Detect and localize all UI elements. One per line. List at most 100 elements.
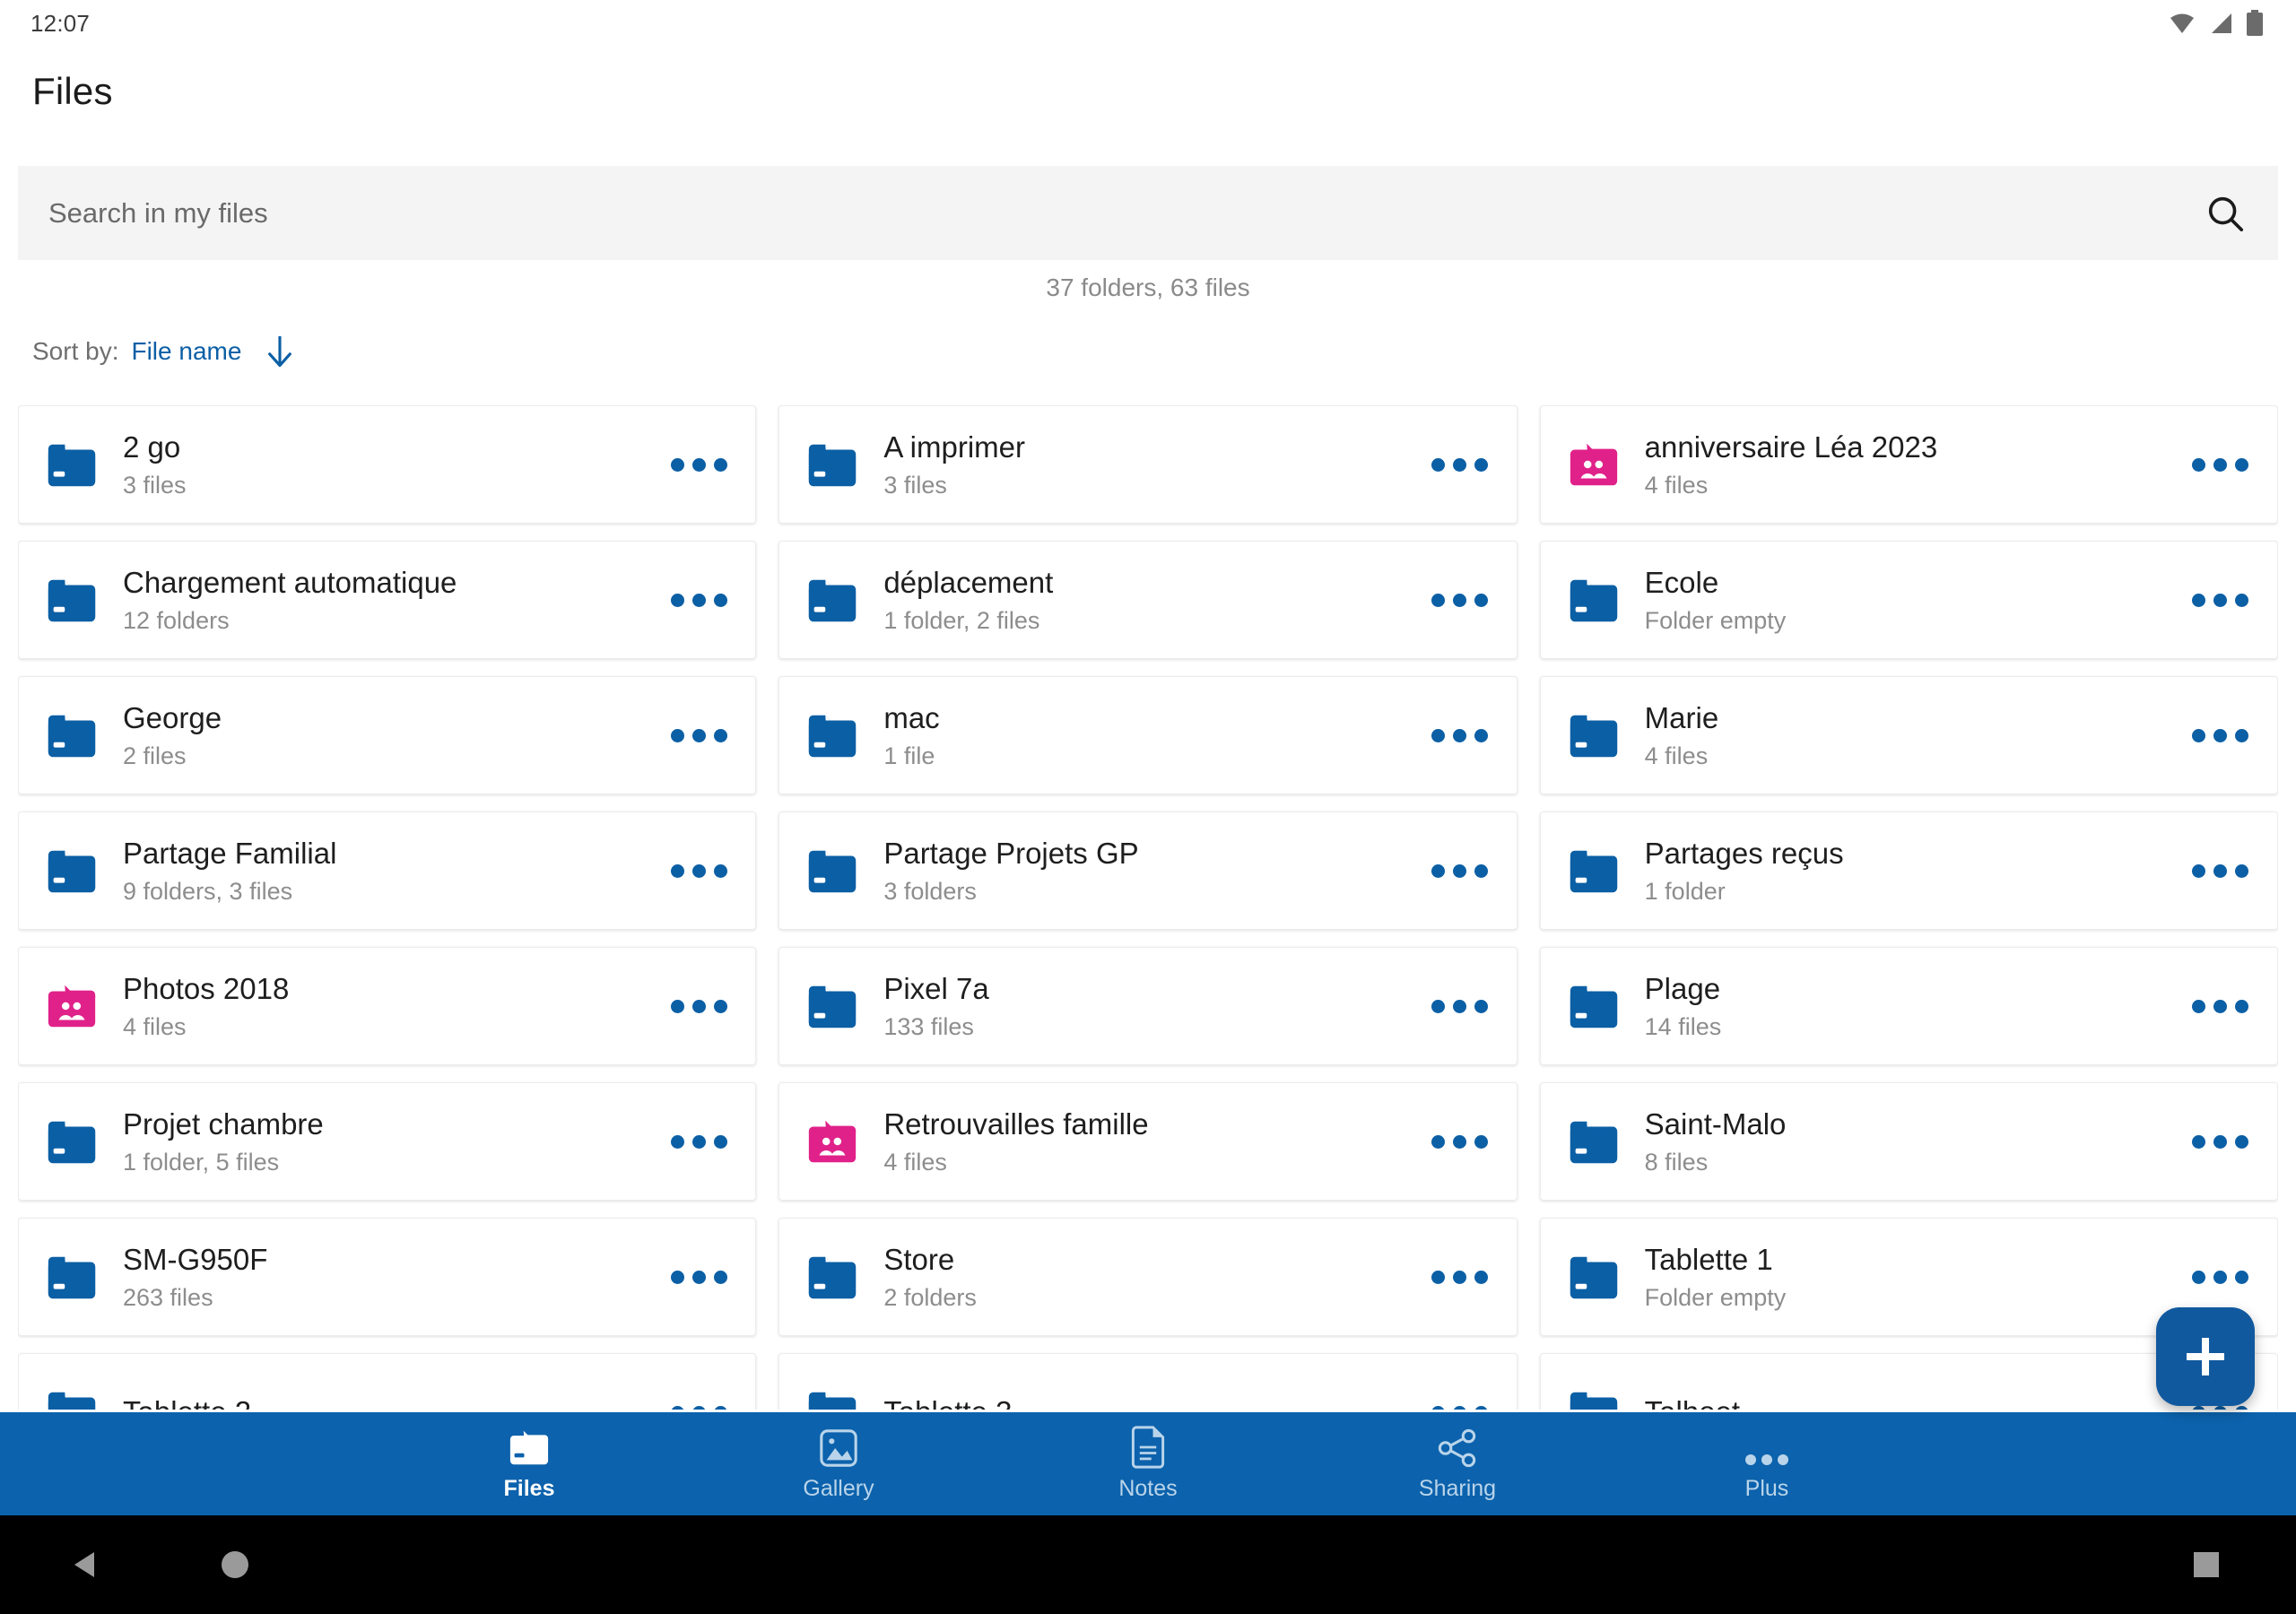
menu-dot bbox=[1431, 999, 1446, 1013]
folder-card[interactable]: SM-G950F 263 files bbox=[18, 1218, 757, 1336]
status-clock: 12:07 bbox=[30, 9, 91, 37]
menu-dot bbox=[691, 999, 706, 1013]
folder-icon bbox=[48, 444, 96, 487]
folder-card[interactable]: anniversaire Léa 2023 4 files bbox=[1539, 405, 2278, 524]
menu-dot bbox=[2235, 1270, 2249, 1284]
nav-item-label: Files bbox=[503, 1476, 555, 1501]
folder-icon bbox=[1570, 715, 1617, 758]
recents-square-icon[interactable] bbox=[2188, 1547, 2224, 1583]
folder-card-text: Plage 14 files bbox=[1645, 972, 2191, 1041]
folder-card[interactable]: A imprimer 3 files bbox=[778, 405, 1518, 524]
folder-card[interactable]: Ecole Folder empty bbox=[1539, 541, 2278, 659]
folder-overflow-menu-button[interactable] bbox=[2191, 1126, 2250, 1157]
shared-folder-icon bbox=[809, 1120, 857, 1163]
nav-item-gallery[interactable]: Gallery bbox=[684, 1426, 994, 1502]
folder-subtitle: 4 files bbox=[883, 1148, 947, 1176]
folder-card[interactable]: Tablette 3 bbox=[778, 1353, 1518, 1410]
folder-card[interactable]: déplacement 1 folder, 2 files bbox=[778, 541, 1518, 659]
menu-dot bbox=[1431, 1270, 1446, 1284]
menu-dot bbox=[2192, 457, 2206, 472]
menu-dot bbox=[691, 1270, 706, 1284]
folder-overflow-menu-button[interactable] bbox=[1431, 1262, 1490, 1292]
folder-name: Partage Familial bbox=[123, 836, 337, 870]
search-bar[interactable]: Search in my files bbox=[18, 166, 2278, 260]
sort-row: Sort by: File name bbox=[32, 334, 295, 369]
folder-overflow-menu-button[interactable] bbox=[1431, 1397, 1490, 1410]
folder-overflow-menu-button[interactable] bbox=[1431, 449, 1490, 480]
folder-card[interactable]: 2 go 3 files bbox=[18, 405, 757, 524]
folder-overflow-menu-button[interactable] bbox=[669, 1397, 728, 1410]
folder-card[interactable]: Store 2 folders bbox=[778, 1218, 1518, 1336]
nav-item-label: Sharing bbox=[1418, 1476, 1497, 1501]
folder-overflow-menu-button[interactable] bbox=[2191, 449, 2250, 480]
folder-card[interactable]: Tablette 2 bbox=[18, 1353, 757, 1410]
folder-card[interactable]: Chargement automatique 12 folders bbox=[18, 541, 757, 659]
folder-subtitle: 133 files bbox=[883, 1012, 974, 1040]
folder-card-text: déplacement 1 folder, 2 files bbox=[883, 566, 1430, 635]
nav-item-plus[interactable]: Plus bbox=[1613, 1426, 1922, 1502]
nav-item-notes[interactable]: Notes bbox=[994, 1426, 1303, 1502]
menu-dot bbox=[2235, 863, 2249, 878]
folder-overflow-menu-button[interactable] bbox=[1431, 585, 1490, 615]
menu-dot bbox=[670, 863, 684, 878]
folder-overflow-menu-button[interactable] bbox=[669, 1262, 728, 1292]
nav-item-files[interactable]: Files bbox=[375, 1426, 684, 1502]
folder-icon bbox=[1570, 985, 1617, 1028]
menu-dot bbox=[670, 1405, 684, 1410]
folder-overflow-menu-button[interactable] bbox=[1431, 855, 1490, 886]
folder-card-text: A imprimer 3 files bbox=[883, 430, 1430, 499]
folder-card[interactable]: Photos 2018 4 files bbox=[18, 947, 757, 1065]
folder-card[interactable]: Marie 4 files bbox=[1539, 676, 2278, 794]
folder-overflow-menu-button[interactable] bbox=[1431, 720, 1490, 751]
folder-card-text: Projet chambre 1 folder, 5 files bbox=[123, 1107, 669, 1176]
folder-overflow-menu-button[interactable] bbox=[1431, 1126, 1490, 1157]
menu-dot bbox=[670, 728, 684, 742]
folder-card[interactable]: George 2 files bbox=[18, 676, 757, 794]
folder-icon bbox=[809, 715, 857, 758]
folder-overflow-menu-button[interactable] bbox=[669, 585, 728, 615]
folder-card[interactable]: Projet chambre 1 folder, 5 files bbox=[18, 1082, 757, 1201]
search-input[interactable]: Search in my files bbox=[48, 197, 2205, 230]
folder-name: Tablette 1 bbox=[1644, 1242, 1773, 1276]
menu-dot bbox=[1431, 593, 1446, 607]
folder-overflow-menu-button[interactable] bbox=[669, 991, 728, 1021]
back-triangle-icon[interactable] bbox=[67, 1545, 107, 1584]
folder-overflow-menu-button[interactable] bbox=[1431, 991, 1490, 1021]
menu-dot bbox=[691, 593, 706, 607]
menu-dot bbox=[713, 593, 727, 607]
nav-item-sharing[interactable]: Sharing bbox=[1303, 1426, 1613, 1502]
arrow-down-icon[interactable] bbox=[265, 334, 295, 369]
home-circle-icon[interactable] bbox=[215, 1545, 255, 1584]
menu-dot bbox=[1474, 457, 1489, 472]
sort-by-value[interactable]: File name bbox=[131, 337, 241, 366]
folder-overflow-menu-button[interactable] bbox=[2191, 720, 2250, 751]
folder-card[interactable]: Partage Projets GP 3 folders bbox=[778, 811, 1518, 930]
folder-icon bbox=[1570, 579, 1617, 622]
folder-overflow-menu-button[interactable] bbox=[669, 1126, 728, 1157]
folder-subtitle: 2 files bbox=[123, 742, 187, 769]
menu-dot bbox=[2213, 863, 2228, 878]
search-icon[interactable] bbox=[2205, 193, 2246, 234]
folder-card[interactable]: Saint-Malo 8 files bbox=[1539, 1082, 2278, 1201]
folder-overflow-menu-button[interactable] bbox=[669, 720, 728, 751]
folder-overflow-menu-button[interactable] bbox=[2191, 585, 2250, 615]
folder-card[interactable]: Partage Familial 9 folders, 3 files bbox=[18, 811, 757, 930]
menu-dot bbox=[2192, 728, 2206, 742]
folder-overflow-menu-button[interactable] bbox=[2191, 1262, 2250, 1292]
folder-card[interactable]: Partages reçus 1 folder bbox=[1539, 811, 2278, 930]
folder-overflow-menu-button[interactable] bbox=[2191, 855, 2250, 886]
add-button[interactable] bbox=[2156, 1307, 2255, 1406]
folder-card[interactable]: Plage 14 files bbox=[1539, 947, 2278, 1065]
folder-card[interactable]: Pixel 7a 133 files bbox=[778, 947, 1518, 1065]
folder-card-text: Marie 4 files bbox=[1645, 701, 2191, 770]
folder-overflow-menu-button[interactable] bbox=[669, 855, 728, 886]
folder-name: Store bbox=[883, 1242, 955, 1276]
plus-icon bbox=[2187, 1338, 2224, 1375]
folder-overflow-menu-button[interactable] bbox=[669, 449, 728, 480]
folder-card[interactable]: Retrouvailles famille 4 files bbox=[778, 1082, 1518, 1201]
folder-card[interactable]: mac 1 file bbox=[778, 676, 1518, 794]
wifi-icon bbox=[2170, 13, 2194, 33]
folder-icon bbox=[48, 1256, 96, 1299]
folder-overflow-menu-button[interactable] bbox=[2191, 991, 2250, 1021]
folder-subtitle: 4 files bbox=[123, 1012, 187, 1040]
